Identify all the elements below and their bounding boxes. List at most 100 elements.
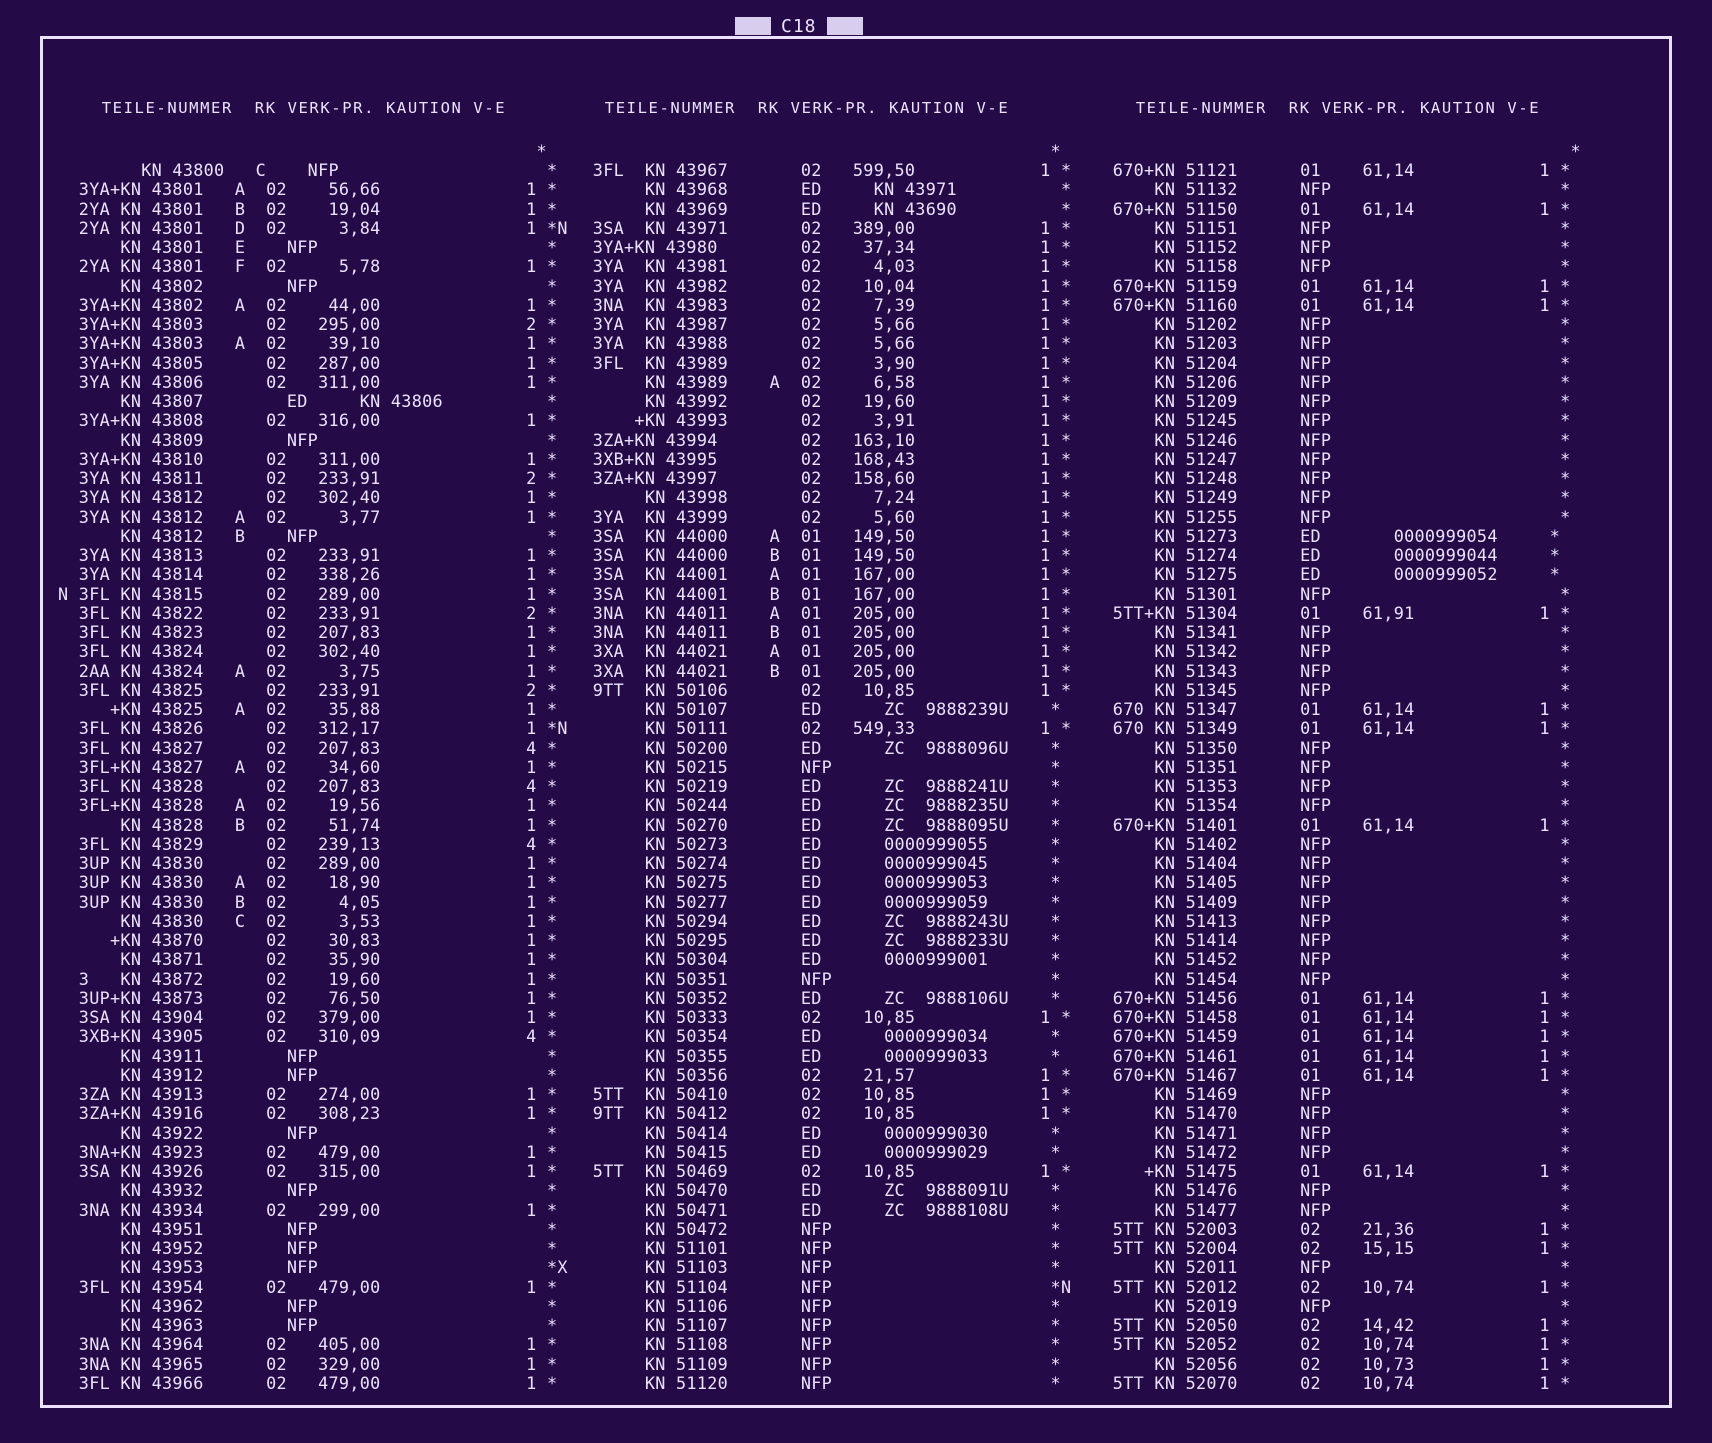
- table-row: KN 51209 NFP *: [1092, 391, 1571, 411]
- table-row: 3SA KN 44001 A 01 167,00 1 *: [572, 564, 1072, 585]
- table-row: 3YA KN 43987 02 5,66 1 *: [572, 314, 1072, 334]
- table-row: 2YA KN 43801 B 02 19,04 1 *: [58, 198, 558, 219]
- table-row: 3YA+KN 43808 02 316,00 1 *: [58, 410, 558, 431]
- table-row: KN 43998 02 7,24 1 *: [572, 487, 1072, 508]
- table-row: +KN 43825 A 02 35,88 1 *: [58, 699, 558, 719]
- table-row: KN 51350 NFP *: [1092, 737, 1571, 758]
- table-row: 3ZA+KN 43994 02 163,10 1 *: [572, 429, 1072, 450]
- table-row: 3XB+KN 43995 02 168,43 1 *: [572, 448, 1072, 469]
- table-row: KN 51472 NFP *: [1092, 1141, 1571, 1162]
- table-row: 3NA KN 44011 A 01 205,00 1 *: [572, 602, 1072, 623]
- table-row: 3UP KN 43830 B 02 4,05 1 *: [58, 891, 558, 912]
- table-row: KN 50215 NFP *: [572, 756, 1061, 777]
- table-row: 2AA KN 43824 A 02 3,75 1 *: [58, 660, 558, 681]
- table-row: 3UP KN 43830 02 289,00 1 *: [58, 853, 558, 873]
- table-row: KN 51477 NFP *: [1092, 1199, 1571, 1220]
- table-row: KN 43951 NFP *: [58, 1218, 558, 1239]
- table-row: KN 51341 NFP *: [1092, 622, 1571, 642]
- table-row: KN 50352 ED ZC 9888106U *: [572, 987, 1061, 1008]
- table-row: 3NA KN 43965 02 329,00 1 *: [58, 1353, 558, 1374]
- column-header: TEILE-NUMMER RK VERK-PR. KAUTION V-E: [58, 98, 529, 117]
- marker-block-left: [735, 17, 771, 35]
- table-row: KN 50273 ED 0000999055 *: [572, 833, 1061, 854]
- table-row: KN 43992 02 19,60 1 *: [572, 391, 1072, 411]
- table-row: 3SA KN 43926 02 315,00 1 *: [58, 1161, 558, 1181]
- table-row: KN 43812 B NFP *: [58, 525, 558, 546]
- table-row: 9TT KN 50412 02 10,85 1 *: [572, 1103, 1072, 1124]
- table-row: 670+KN 51150 01 61,14 1 *: [1092, 198, 1571, 219]
- table-row: KN 51204 NFP *: [1092, 352, 1571, 373]
- table-row: 3SA KN 43904 02 379,00 1 *: [58, 1007, 558, 1027]
- table-row: KN 43800 C NFP *: [58, 160, 558, 180]
- table-row: 670+KN 51458 01 61,14 1 *: [1092, 1007, 1571, 1027]
- table-row: 670+KN 51121 01 61,14 1 *: [1092, 160, 1571, 180]
- table-row: *: [1092, 140, 1581, 161]
- table-row: 3YA KN 43812 02 302,40 1 *: [58, 487, 558, 508]
- table-row: 5TT KN 52003 02 21,36 1 *: [1092, 1218, 1571, 1239]
- table-row: KN 51101 NFP *: [572, 1238, 1061, 1258]
- table-row: 3YA KN 43812 A 02 3,77 1 *: [58, 506, 558, 527]
- table-row: KN 51255 NFP *: [1092, 506, 1571, 527]
- table-row: KN 51120 NFP *: [572, 1372, 1061, 1393]
- table-row: KN 50355 ED 0000999033 *: [572, 1045, 1061, 1066]
- table-row: KN 51249 NFP *: [1092, 487, 1571, 508]
- table-row: KN 50294 ED ZC 9888243U *: [572, 910, 1061, 931]
- column-header: TEILE-NUMMER RK VERK-PR. KAUTION V-E: [572, 98, 1032, 117]
- table-row: 670+KN 51456 01 61,14 1 *: [1092, 987, 1571, 1008]
- table-row: KN 43912 NFP *: [58, 1064, 558, 1085]
- table-row: 3SA KN 43971 02 389,00 1 *: [572, 217, 1072, 238]
- table-row: 3YA+KN 43980 02 37,34 1 *: [572, 237, 1072, 257]
- table-row: 3YA KN 43988 02 5,66 1 *: [572, 333, 1072, 354]
- table-row: 5TT KN 50410 02 10,85 1 *: [572, 1084, 1072, 1104]
- table-row: 3NA+KN 43923 02 479,00 1 *: [58, 1141, 558, 1162]
- sheet-code: C18: [781, 15, 817, 37]
- table-row: KN 43952 NFP *: [58, 1238, 558, 1258]
- table-row: KN 50244 ED ZC 9888235U *: [572, 795, 1061, 816]
- table-row: KN 50415 ED 0000999029 *: [572, 1141, 1061, 1162]
- table-row: 3NA KN 44011 B 01 205,00 1 *: [572, 622, 1072, 642]
- table-row: 670+KN 51160 01 61,14 1 *: [1092, 294, 1571, 315]
- table-row: KN 51470 NFP *: [1092, 1103, 1571, 1124]
- table-row: KN 43922 NFP *: [58, 1122, 558, 1143]
- table-row: 3YA KN 43999 02 5,60 1 *: [572, 506, 1072, 527]
- table-row: KN 51343 NFP *: [1092, 660, 1571, 681]
- table-row: KN 50470 ED ZC 9888091U *: [572, 1180, 1061, 1201]
- table-row: *: [572, 140, 1061, 161]
- table-row: 3FL KN 43826 02 312,17 1 *N: [58, 718, 568, 739]
- table-row: KN 51103 NFP *: [572, 1257, 1061, 1278]
- table-row: 5TT KN 52050 02 14,42 1 *: [1092, 1315, 1571, 1335]
- table-row: KN 51109 NFP *: [572, 1353, 1061, 1374]
- table-row: KN 51203 NFP *: [1092, 333, 1571, 354]
- table-row: 3SA KN 44000 A 01 149,50 1 *: [572, 525, 1072, 546]
- table-row: KN 51342 NFP *: [1092, 641, 1571, 662]
- table-row: KN 52011 NFP *: [1092, 1257, 1571, 1278]
- table-row: KN 50356 02 21,57 1 *: [572, 1064, 1072, 1085]
- table-row: 3YA KN 43981 02 4,03 1 *: [572, 256, 1072, 277]
- table-row: 3ZA+KN 43997 02 158,60 1 *: [572, 468, 1072, 488]
- table-row: KN 51454 NFP *: [1092, 968, 1571, 989]
- parts-column-2: TEILE-NUMMER RK VERK-PR. KAUTION V-E * 3…: [572, 54, 1096, 1393]
- table-row: 9TT KN 50106 02 10,85 1 *: [572, 679, 1072, 700]
- table-row: 3FL KN 43827 02 207,83 4 *: [58, 737, 558, 758]
- table-row: 3FL KN 43966 02 479,00 1 *: [58, 1372, 558, 1393]
- table-row: KN 50274 ED 0000999045 *: [572, 853, 1061, 873]
- table-row: KN 51104 NFP *N: [572, 1276, 1072, 1297]
- table-row: +KN 51475 01 61,14 1 *: [1092, 1161, 1571, 1181]
- table-row: 3FL KN 43829 02 239,13 4 *: [58, 833, 558, 854]
- table-row: KN 50354 ED 0000999034 *: [572, 1026, 1061, 1047]
- table-row: KN 51151 NFP *: [1092, 217, 1571, 238]
- table-row: KN 50471 ED ZC 9888108U *: [572, 1199, 1061, 1220]
- table-row: 3FL KN 43823 02 207,83 1 *: [58, 622, 558, 642]
- table-row: KN 52056 02 10,73 1 *: [1092, 1353, 1571, 1374]
- table-row: +KN 43870 02 30,83 1 *: [58, 930, 558, 950]
- table-row: 3FL+KN 43827 A 02 34,60 1 *: [58, 756, 558, 777]
- table-row: KN 51132 NFP *: [1092, 179, 1571, 200]
- table-row: 3YA+KN 43802 A 02 44,00 1 *: [58, 294, 558, 315]
- table-row: KN 51275 ED 0000999052 *: [1092, 564, 1561, 585]
- table-row: KN 51274 ED 0000999044 *: [1092, 545, 1561, 565]
- table-row: 3UP+KN 43873 02 76,50 1 *: [58, 987, 558, 1008]
- table-row: 3UP KN 43830 A 02 18,90 1 *: [58, 872, 558, 893]
- table-row: 3FL KN 43954 02 479,00 1 *: [58, 1276, 558, 1297]
- table-row: KN 51206 NFP *: [1092, 371, 1571, 392]
- table-row: 3YA KN 43814 02 338,26 1 *: [58, 564, 558, 585]
